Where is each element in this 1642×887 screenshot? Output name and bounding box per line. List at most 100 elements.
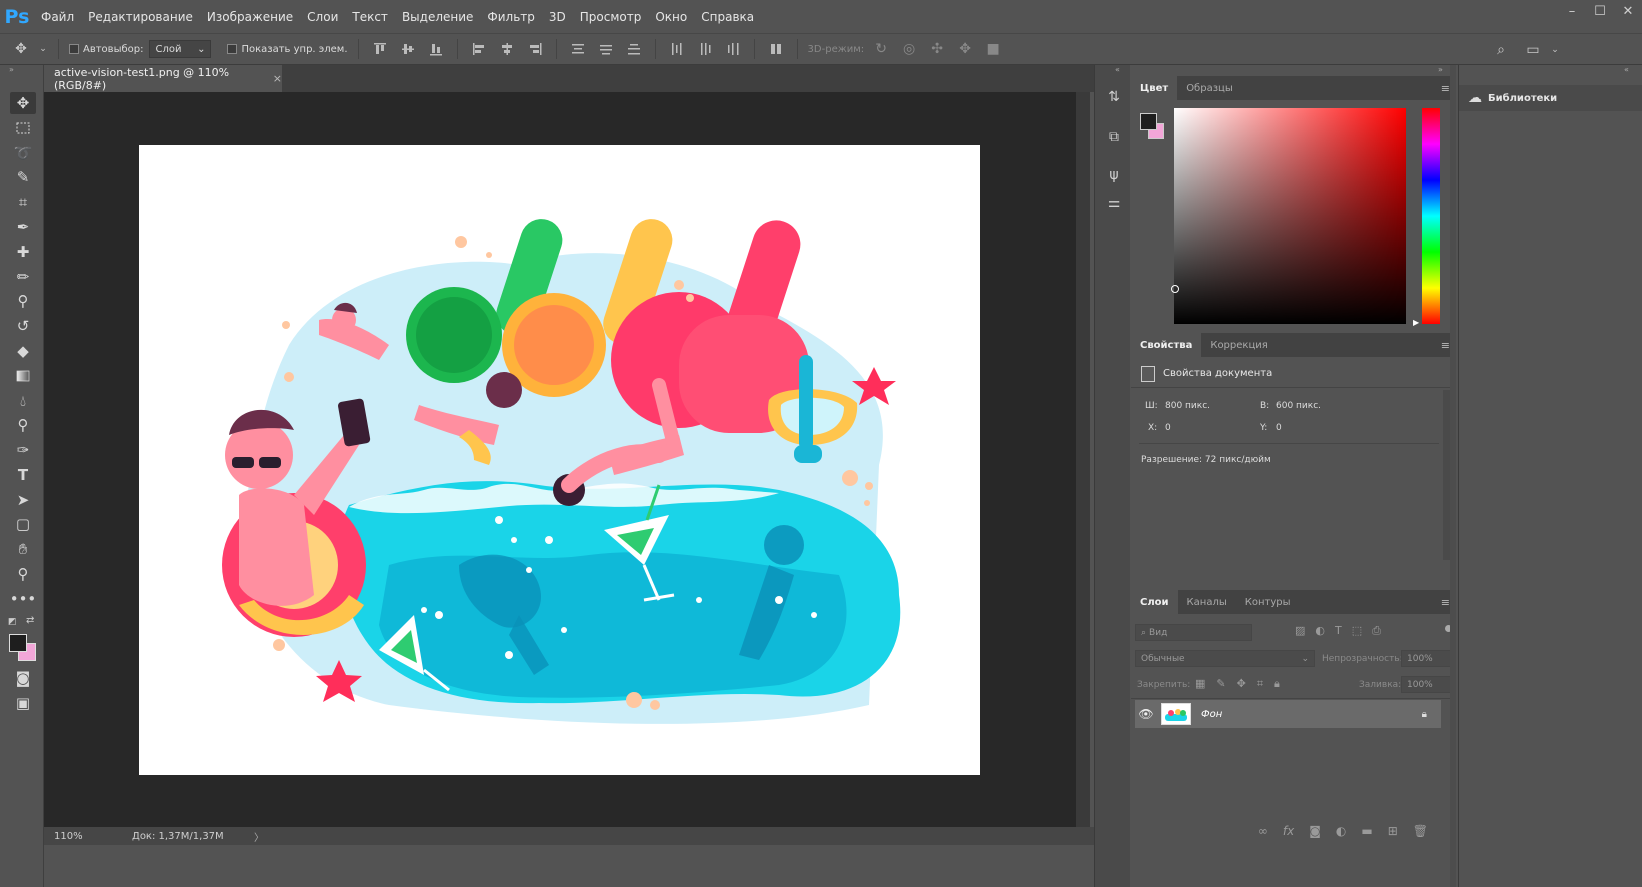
document-image[interactable] xyxy=(139,145,980,775)
orbit-3d-icon[interactable]: ↻ xyxy=(870,38,892,60)
properties-scrollbar[interactable] xyxy=(1443,390,1450,560)
filter-smart-icon[interactable]: ⎙ xyxy=(1372,624,1381,638)
vertical-scrollbar[interactable] xyxy=(1076,92,1090,827)
collapse-icon[interactable]: » xyxy=(9,65,14,74)
lasso-tool-icon[interactable]: ➰ xyxy=(10,142,36,164)
tab-layers[interactable]: Слои xyxy=(1131,590,1178,614)
healing-brush-tool-icon[interactable]: ✚ xyxy=(10,241,36,263)
minimize-button[interactable]: – xyxy=(1558,0,1586,22)
quick-select-tool-icon[interactable]: ✎ xyxy=(10,166,36,188)
hand-tool-icon[interactable]: ✋︎ xyxy=(10,538,36,560)
dodge-tool-icon[interactable]: ⚲ xyxy=(10,414,36,436)
menu-image[interactable]: Изображение xyxy=(200,10,300,24)
workspace-icon[interactable]: ▭ xyxy=(1522,39,1544,61)
default-colors-icon[interactable]: ◩ xyxy=(8,617,17,627)
add-mask-icon[interactable]: ◙ xyxy=(1309,824,1321,838)
libraries-button[interactable]: ☁ Библиотеки xyxy=(1459,85,1642,111)
opacity-input[interactable]: 100% xyxy=(1401,650,1451,667)
distribute-bottom-icon[interactable] xyxy=(623,38,645,60)
history-panel-icon[interactable]: ⇅ xyxy=(1104,87,1124,107)
hue-slider-marker-icon[interactable]: ▶ xyxy=(1413,318,1419,327)
panel-menu-icon[interactable]: ≡ xyxy=(1441,596,1450,609)
close-tab-icon[interactable]: × xyxy=(273,72,282,85)
path-select-tool-icon[interactable]: ➤ xyxy=(10,489,36,511)
tab-swatches[interactable]: Образцы xyxy=(1177,76,1242,100)
move-tool-icon[interactable]: ✥ xyxy=(10,92,36,114)
show-transform-checkbox[interactable]: Показать упр. элем. xyxy=(227,44,348,55)
lock-pixels-icon[interactable]: ✎ xyxy=(1216,677,1225,691)
scale-3d-icon[interactable]: ■ xyxy=(982,38,1004,60)
distribute-right-icon[interactable] xyxy=(722,38,744,60)
auto-align-icon[interactable] xyxy=(765,38,787,60)
lock-all-icon[interactable]: 🔒︎ xyxy=(1274,677,1280,691)
layer-row[interactable]: 👁︎ Фон 🔒︎ xyxy=(1135,700,1441,728)
eraser-tool-icon[interactable]: ◆ xyxy=(10,340,36,362)
fill-input[interactable]: 100% xyxy=(1401,676,1451,693)
brush-tool-icon[interactable]: ✏ xyxy=(10,266,36,288)
lock-artboard-icon[interactable]: ⌗ xyxy=(1257,677,1263,691)
hue-slider[interactable] xyxy=(1422,108,1440,324)
align-top-icon[interactable] xyxy=(369,38,391,60)
new-group-icon[interactable]: ▬ xyxy=(1361,824,1372,838)
menu-type[interactable]: Текст xyxy=(345,10,395,24)
search-icon[interactable]: ⌕ xyxy=(1490,39,1512,61)
menu-layers[interactable]: Слои xyxy=(300,10,345,24)
quick-mask-icon[interactable]: ◙ xyxy=(10,667,36,689)
menu-view[interactable]: Просмотр xyxy=(573,10,649,24)
color-picker-cursor[interactable] xyxy=(1171,285,1179,293)
lock-transparent-icon[interactable]: ▦ xyxy=(1195,677,1205,691)
align-vcenter-icon[interactable] xyxy=(397,38,419,60)
tab-color[interactable]: Цвет xyxy=(1131,76,1178,100)
brush-presets-panel-icon[interactable]: ψ xyxy=(1104,165,1124,185)
more-tools-icon[interactable]: ••• xyxy=(10,588,37,610)
expand-panels-icon[interactable]: « xyxy=(1115,65,1120,74)
lock-position-icon[interactable]: ✥ xyxy=(1237,677,1246,691)
history-brush-tool-icon[interactable]: ↺ xyxy=(10,315,36,337)
filter-adjustment-icon[interactable]: ◐ xyxy=(1315,624,1325,638)
menu-select[interactable]: Выделение xyxy=(395,10,480,24)
color-fg-swatch[interactable] xyxy=(1140,113,1157,130)
swap-colors-icon[interactable]: ⇄ xyxy=(26,615,34,626)
pan-3d-icon[interactable]: ✣ xyxy=(926,38,948,60)
tab-properties[interactable]: Свойства xyxy=(1131,333,1202,357)
collapse-panels-icon[interactable]: » xyxy=(1438,65,1443,74)
new-layer-icon[interactable]: ⊞ xyxy=(1388,824,1398,838)
close-button[interactable]: ✕ xyxy=(1614,0,1642,22)
distribute-hcenter-icon[interactable] xyxy=(694,38,716,60)
gradient-tool-icon[interactable] xyxy=(10,365,36,387)
align-left-icon[interactable] xyxy=(468,38,490,60)
checkbox-box[interactable] xyxy=(69,44,79,54)
type-tool-icon[interactable]: T xyxy=(10,464,36,486)
eye-icon[interactable]: 👁︎ xyxy=(1135,707,1157,721)
pen-tool-icon[interactable]: ✑ xyxy=(10,439,36,461)
roll-3d-icon[interactable]: ◎ xyxy=(898,38,920,60)
menu-3d[interactable]: 3D xyxy=(542,10,573,24)
filter-type-icon[interactable]: T xyxy=(1335,624,1342,638)
panel-menu-icon[interactable]: ≡ xyxy=(1441,82,1450,95)
menu-window[interactable]: Окно xyxy=(648,10,694,24)
panel-menu-icon[interactable]: ≡ xyxy=(1441,339,1450,352)
menu-help[interactable]: Справка xyxy=(694,10,761,24)
y-value[interactable]: 0 xyxy=(1276,423,1282,433)
color-field[interactable] xyxy=(1174,108,1406,324)
tab-paths[interactable]: Контуры xyxy=(1236,590,1300,614)
layer-search-input[interactable]: ⌕ Вид xyxy=(1135,624,1252,641)
delete-layer-icon[interactable]: 🗑︎ xyxy=(1413,824,1428,838)
align-bottom-icon[interactable] xyxy=(425,38,447,60)
lock-icon[interactable]: 🔒︎ xyxy=(1422,709,1427,720)
screen-mode-icon[interactable]: ▣ xyxy=(10,692,36,714)
slide-3d-icon[interactable]: ✥ xyxy=(954,38,976,60)
new-adjustment-icon[interactable]: ◐ xyxy=(1336,824,1346,838)
blur-tool-icon[interactable]: 💧︎ xyxy=(10,390,36,412)
filter-shape-icon[interactable]: ⬚ xyxy=(1352,624,1362,638)
chevron-down-icon[interactable]: ⌄ xyxy=(1544,39,1566,61)
zoom-level[interactable]: 110% xyxy=(54,831,83,842)
height-value[interactable]: 600 пикс. xyxy=(1276,401,1321,411)
shape-tool-icon[interactable]: ▢ xyxy=(10,513,36,535)
move-tool-preset-icon[interactable]: ✥ xyxy=(10,38,32,60)
align-hcenter-icon[interactable] xyxy=(496,38,518,60)
filter-pixel-icon[interactable]: ▨ xyxy=(1295,624,1305,638)
autoselect-checkbox[interactable]: Автовыбор: xyxy=(69,44,143,55)
marquee-tool-icon[interactable] xyxy=(10,117,36,139)
stamp-tool-icon[interactable]: ⚲ xyxy=(10,290,36,312)
